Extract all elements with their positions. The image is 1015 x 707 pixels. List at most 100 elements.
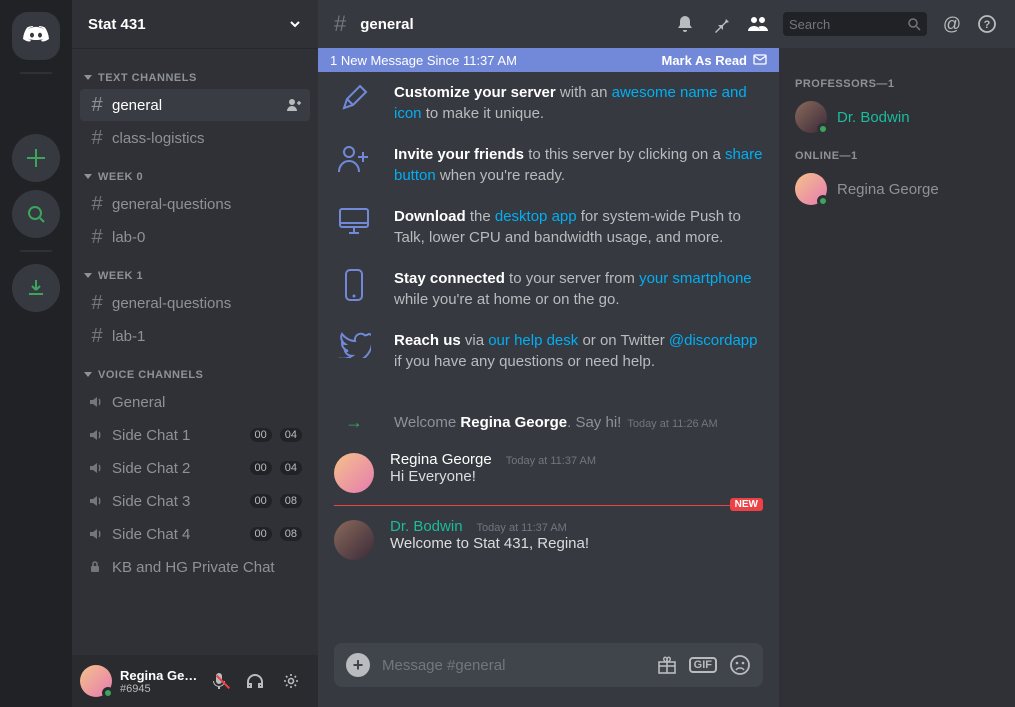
text-channel[interactable]: # general-questions [80, 287, 310, 319]
voice-channel[interactable]: General [80, 386, 310, 418]
desktop-icon [334, 206, 374, 248]
welcome-text: Reach us via our help desk or on Twitter… [394, 330, 763, 372]
guild-rail [0, 0, 72, 707]
message-time: Today at 11:37 AM [506, 455, 596, 467]
message-time: Today at 11:37 AM [477, 522, 567, 534]
category-header[interactable]: WEEK 1 [80, 254, 318, 286]
voice-badge: 00 [250, 461, 272, 475]
self-username: Regina Geor... [120, 668, 202, 683]
hash-icon: # [88, 226, 106, 249]
welcome-text: Stay connected to your server from your … [394, 268, 763, 310]
category-header[interactable]: VOICE CHANNELS [80, 353, 318, 385]
add-user-icon[interactable] [286, 97, 302, 113]
voice-badge: 00 [250, 428, 272, 442]
new-pill: NEW [730, 498, 763, 511]
text-channel[interactable]: # lab-0 [80, 221, 310, 253]
hash-icon: # [334, 11, 346, 37]
member-group-label: ONLINE—1 [795, 150, 1007, 162]
member-online[interactable]: Regina George [795, 168, 1007, 210]
explore-button[interactable] [12, 190, 60, 238]
mentions-icon[interactable]: @ [941, 14, 963, 35]
voice-badge: 08 [280, 494, 302, 508]
message-input[interactable]: + Message #general GIF [334, 643, 763, 687]
mark-read-icon [753, 53, 767, 67]
category-header[interactable]: WEEK 0 [80, 155, 318, 187]
attach-button[interactable]: + [346, 653, 370, 677]
twitter-icon [334, 330, 374, 372]
settings-button[interactable] [282, 672, 310, 690]
voice-badge: 04 [280, 461, 302, 475]
welcome-text: Invite your friends to this server by cl… [394, 144, 763, 186]
message-author[interactable]: Dr. Bodwin [390, 518, 463, 535]
message-text: Hi Everyone! [390, 468, 763, 485]
hash-icon: # [88, 127, 106, 150]
welcome-text: Download the desktop app for system-wide… [394, 206, 763, 248]
user-panel: Regina Geor... #6945 [72, 655, 318, 707]
hash-icon: # [88, 325, 106, 348]
search-placeholder: Search [789, 17, 907, 32]
new-messages-text: 1 New Message Since 11:37 AM [330, 53, 517, 68]
lock-icon [88, 560, 106, 574]
gift-button[interactable] [657, 655, 677, 675]
channel-name: KB and HG Private Chat [112, 559, 275, 576]
download-apps-button[interactable] [12, 264, 60, 312]
channel-title: general [360, 16, 413, 33]
emoji-button[interactable] [729, 654, 751, 676]
channel-name: General [112, 394, 165, 411]
message-author[interactable]: Regina George [390, 451, 492, 468]
invite-icon [334, 144, 374, 186]
search-input[interactable]: Search [783, 12, 927, 36]
add-server-button[interactable] [12, 134, 60, 182]
avatar[interactable] [334, 520, 374, 560]
mute-button[interactable] [210, 672, 238, 690]
chat-header: # general Search @ ? [318, 0, 1015, 48]
discord-home-button[interactable] [12, 12, 60, 60]
avatar [795, 173, 827, 205]
chat-area: # general Search @ ? 1 New Message Since… [318, 0, 1015, 707]
channel-name: class-logistics [112, 130, 205, 147]
members-toggle-icon[interactable] [747, 14, 769, 34]
text-channel[interactable]: #general-questions [80, 188, 310, 220]
notifications-icon[interactable] [675, 14, 697, 34]
deafen-button[interactable] [246, 672, 274, 690]
voice-badge: 08 [280, 527, 302, 541]
help-icon[interactable]: ? [977, 14, 999, 34]
hash-icon: # [88, 292, 106, 315]
avatar[interactable] [334, 453, 374, 493]
channel-name: Side Chat 3 [112, 493, 190, 510]
chevron-down-icon [288, 17, 302, 31]
voice-channel[interactable]: Side Chat 30008 [80, 485, 310, 517]
gif-button[interactable]: GIF [689, 657, 717, 673]
phone-icon [334, 268, 374, 310]
voice-badge: 00 [250, 527, 272, 541]
text-channel[interactable]: # general [80, 89, 310, 121]
message: Dr. Bodwin Today at 11:37 AMWelcome to St… [334, 510, 763, 564]
voice-channel[interactable]: Side Chat 20004 [80, 452, 310, 484]
svg-text:?: ? [984, 19, 991, 31]
search-icon [907, 17, 921, 31]
locked-channel[interactable]: KB and HG Private Chat [80, 551, 310, 583]
self-avatar[interactable] [80, 665, 112, 697]
speaker-icon [88, 526, 106, 542]
voice-channel[interactable]: Side Chat 10004 [80, 419, 310, 451]
channel-name: general [112, 97, 162, 114]
channel-name: general-questions [112, 295, 231, 312]
channel-name: Side Chat 1 [112, 427, 190, 444]
member-prof[interactable]: Dr. Bodwin [795, 96, 1007, 138]
members-sidebar: PROFESSORS—1Dr. BodwinONLINE—1Regina Geo… [779, 48, 1015, 707]
speaker-icon [88, 394, 106, 410]
message: Regina George Today at 11:37 AMHi Everyon… [334, 443, 763, 497]
text-channel[interactable]: # class-logistics [80, 122, 310, 154]
hash-icon: # [88, 94, 106, 117]
message-text: Welcome to Stat 431, Regina! [390, 535, 763, 552]
self-tag: #6945 [120, 683, 202, 695]
pinned-icon[interactable] [711, 14, 733, 34]
channel-sidebar: Stat 431 TEXT CHANNELS # general # class-log… [72, 0, 318, 707]
category-header[interactable]: TEXT CHANNELS [80, 56, 318, 88]
voice-channel[interactable]: Side Chat 40008 [80, 518, 310, 550]
server-header[interactable]: Stat 431 [72, 0, 318, 48]
text-channel[interactable]: #lab-1 [80, 320, 310, 352]
channel-name: lab-0 [112, 229, 145, 246]
pencil-icon [334, 82, 374, 124]
new-messages-bar[interactable]: 1 New Message Since 11:37 AM Mark As Rea… [318, 48, 779, 72]
